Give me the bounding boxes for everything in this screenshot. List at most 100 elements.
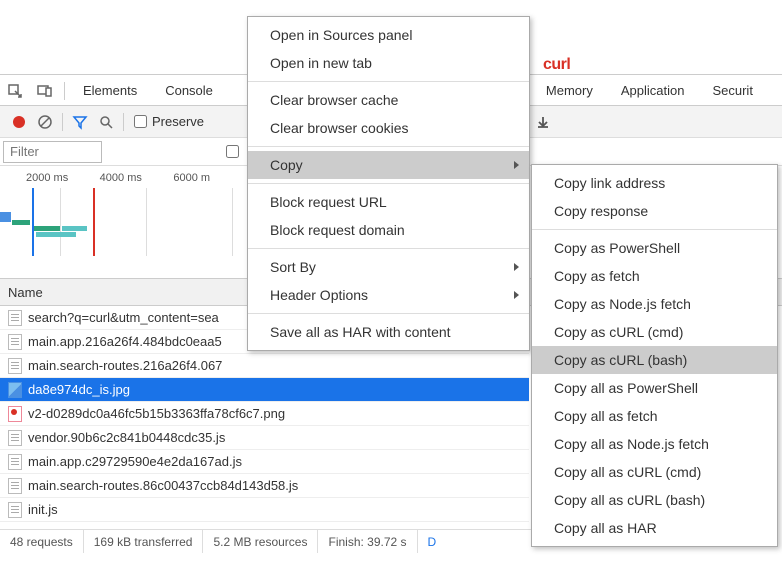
tab-console[interactable]: Console: [151, 76, 227, 106]
preserve-label: Preserve: [152, 114, 204, 129]
menu-header-options[interactable]: Header Options: [248, 281, 529, 309]
search-term: curl: [543, 56, 570, 74]
document-icon: [8, 478, 22, 494]
document-icon: [8, 454, 22, 470]
tick-4000ms: 4000 ms: [100, 172, 174, 184]
menu-copy-all-fetch[interactable]: Copy all as fetch: [532, 402, 777, 430]
gridline: [60, 188, 61, 256]
filter-icon[interactable]: [67, 109, 93, 135]
file-name: main.app.216a26f4.484bdc0eaa5: [28, 334, 222, 349]
menu-copy-all-curl-cmd[interactable]: Copy all as cURL (cmd): [532, 458, 777, 486]
status-domcontent: D: [428, 535, 437, 549]
request-row[interactable]: main.search-routes.86c00437ccb84d143d58.…: [0, 474, 529, 498]
submenu-arrow-icon: [514, 263, 519, 271]
file-name: main.search-routes.216a26f4.067: [28, 358, 222, 373]
document-icon: [8, 502, 22, 518]
menu-copy-fetch[interactable]: Copy as fetch: [532, 262, 777, 290]
status-transferred: 169 kB transferred: [84, 530, 204, 553]
divider: [62, 113, 63, 131]
request-bar: [34, 226, 60, 231]
status-bar: 48 requests 169 kB transferred 5.2 MB re…: [0, 529, 560, 553]
clear-button[interactable]: [32, 109, 58, 135]
menu-copy-all-har[interactable]: Copy all as HAR: [532, 514, 777, 542]
dom-content-loaded-marker: [32, 188, 34, 256]
device-toggle-icon[interactable]: [30, 76, 60, 106]
request-row[interactable]: main.search-routes.216a26f4.067: [0, 354, 529, 378]
document-icon: [8, 358, 22, 374]
menu-copy-response[interactable]: Copy response: [532, 197, 777, 225]
menu-copy-link[interactable]: Copy link address: [532, 169, 777, 197]
menu-copy-all-curl-bash[interactable]: Copy all as cURL (bash): [532, 486, 777, 514]
file-name: init.js: [28, 502, 58, 517]
tab-elements[interactable]: Elements: [69, 76, 151, 106]
separator: [248, 248, 529, 249]
document-icon: [8, 334, 22, 350]
submenu-arrow-icon: [514, 161, 519, 169]
file-name: da8e974dc_is.jpg: [28, 382, 130, 397]
load-event-marker: [93, 188, 95, 256]
menu-clear-cookies[interactable]: Clear browser cookies: [248, 114, 529, 142]
menu-block-url[interactable]: Block request URL: [248, 188, 529, 216]
separator: [248, 146, 529, 147]
status-requests: 48 requests: [0, 530, 84, 553]
file-name: search?q=curl&utm_content=sea: [28, 310, 219, 325]
menu-copy-node-fetch[interactable]: Copy as Node.js fetch: [532, 290, 777, 318]
separator: [248, 313, 529, 314]
menu-block-domain[interactable]: Block request domain: [248, 216, 529, 244]
status-finish: Finish: 39.72 s: [318, 530, 417, 553]
timeline-overview[interactable]: 2000 ms 4000 ms 6000 m: [0, 166, 247, 262]
document-icon: [8, 310, 22, 326]
file-name: v2-d0289dc0a46fc5b15b3363ffa78cf6c7.png: [28, 406, 285, 421]
hide-data-urls-checkbox[interactable]: [226, 145, 239, 158]
request-row[interactable]: vendor.90b6c2c841b0448cdc35.js: [0, 426, 529, 450]
request-row[interactable]: da8e974dc_is.jpg: [0, 378, 529, 402]
menu-copy-curl-bash[interactable]: Copy as cURL (bash): [532, 346, 777, 374]
range-handle[interactable]: [0, 212, 11, 222]
tab-security[interactable]: Securit: [698, 76, 766, 106]
copy-submenu: Copy link address Copy response Copy as …: [531, 164, 778, 547]
menu-open-sources[interactable]: Open in Sources panel: [248, 21, 529, 49]
menu-sort-label: Sort By: [270, 259, 316, 275]
record-button[interactable]: [6, 109, 32, 135]
menu-sort-by[interactable]: Sort By: [248, 253, 529, 281]
tick-6000ms: 6000 m: [173, 172, 247, 184]
file-name: main.search-routes.86c00437ccb84d143d58.…: [28, 478, 298, 493]
menu-clear-cache[interactable]: Clear browser cache: [248, 86, 529, 114]
menu-copy-all-node-fetch[interactable]: Copy all as Node.js fetch: [532, 430, 777, 458]
image-icon: [8, 382, 22, 398]
separator: [532, 229, 777, 230]
menu-copy-label: Copy: [270, 157, 303, 173]
document-icon: [8, 430, 22, 446]
tick-2000ms: 2000 ms: [26, 172, 100, 184]
search-icon[interactable]: [93, 109, 119, 135]
tab-memory[interactable]: Memory: [532, 76, 607, 106]
inspect-element-icon[interactable]: [0, 76, 30, 106]
timeline-labels: 2000 ms 4000 ms 6000 m: [0, 166, 247, 184]
menu-copy-curl-cmd[interactable]: Copy as cURL (cmd): [532, 318, 777, 346]
menu-header-label: Header Options: [270, 287, 368, 303]
request-bar: [36, 232, 76, 237]
gridline: [146, 188, 147, 256]
request-row[interactable]: v2-d0289dc0a46fc5b15b3363ffa78cf6c7.png: [0, 402, 529, 426]
menu-save-har[interactable]: Save all as HAR with content: [248, 318, 529, 346]
divider: [123, 113, 124, 131]
submenu-arrow-icon: [514, 291, 519, 299]
request-row[interactable]: main.app.c29729590e4e2da167ad.js: [0, 450, 529, 474]
timeline-chart[interactable]: [0, 188, 247, 256]
preserve-log-checkbox[interactable]: Preserve: [134, 114, 204, 129]
separator: [248, 183, 529, 184]
gridline: [232, 188, 233, 256]
menu-copy[interactable]: Copy: [248, 151, 529, 179]
tab-application[interactable]: Application: [607, 76, 699, 106]
import-har-icon[interactable]: [530, 109, 556, 135]
request-bar: [12, 220, 30, 225]
separator: [248, 81, 529, 82]
menu-open-new-tab[interactable]: Open in new tab: [248, 49, 529, 77]
menu-copy-all-powershell[interactable]: Copy all as PowerShell: [532, 374, 777, 402]
request-row[interactable]: init.js: [0, 498, 529, 522]
image-icon: [8, 406, 22, 422]
file-name: vendor.90b6c2c841b0448cdc35.js: [28, 430, 225, 445]
filter-input[interactable]: [3, 141, 102, 163]
menu-copy-powershell[interactable]: Copy as PowerShell: [532, 234, 777, 262]
status-resources: 5.2 MB resources: [203, 530, 318, 553]
